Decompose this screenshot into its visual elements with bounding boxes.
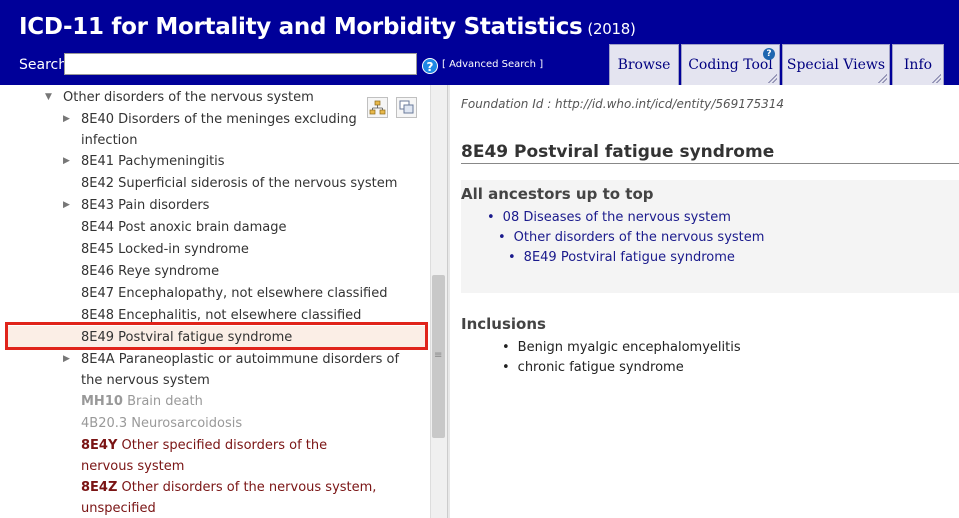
app-title: ICD-11 for Mortality and Morbidity Stati… — [19, 14, 636, 40]
tree-item-label[interactable]: 4B20.3 Neurosarcoidosis — [81, 413, 242, 434]
expand-arrow-icon[interactable]: ▶ — [63, 109, 70, 130]
tree-item-code: 8E46 — [81, 264, 115, 279]
tree-item-residual[interactable]: 8E4Y Other specified disorders of the ne… — [0, 435, 430, 477]
tree-item-text: Reye syndrome — [118, 264, 220, 279]
tree-item-code: 8E44 — [81, 220, 115, 235]
tree-item-text: Other disorders of the nervous system, u… — [81, 480, 377, 516]
advanced-search-link[interactable]: [ Advanced Search ] — [442, 59, 543, 70]
tree-item-text: Encephalitis, not elsewhere classified — [118, 308, 362, 323]
inclusion-item: • Benign myalgic encephalomyelitis — [502, 340, 741, 355]
tree-item-code: 8E45 — [81, 242, 115, 257]
tab-browse[interactable]: Browse — [609, 44, 679, 85]
expand-arrow-icon[interactable]: ▶ — [63, 195, 70, 216]
help-icon[interactable]: ? — [422, 58, 438, 74]
search-label: Search — [19, 57, 68, 73]
tree-item-text: Other specified disorders of the nervous… — [81, 438, 328, 474]
expand-arrow-icon[interactable]: ▶ — [63, 151, 70, 172]
tree-item-text: Disorders of the meninges excluding infe… — [81, 112, 357, 148]
collapse-arrow-icon[interactable]: ▼ — [45, 87, 52, 108]
help-badge-icon[interactable]: ? — [763, 48, 775, 60]
tab-label: Special Views — [786, 57, 886, 73]
tree-item-text: Locked-in syndrome — [118, 242, 249, 257]
ancestor-link[interactable]: • 8E49 Postviral fatigue syndrome — [508, 250, 735, 265]
entity-title: 8E49 Postviral fatigue syndrome — [461, 142, 775, 162]
tree-item-code: 8E43 — [81, 198, 115, 213]
tab-label: Browse — [617, 57, 671, 73]
tree-item-code: MH10 — [81, 394, 123, 409]
inclusions-heading: Inclusions — [461, 315, 546, 333]
tree-item-label[interactable]: 8E40 Disorders of the meninges excluding… — [81, 109, 381, 151]
tree-item-code: 8E48 — [81, 308, 115, 323]
tree-item-text: Neurosarcoidosis — [131, 416, 243, 431]
tree-item-label[interactable]: 8E46 Reye syndrome — [81, 261, 219, 282]
expand-arrow-icon[interactable]: ▶ — [63, 349, 70, 370]
tree-item-label[interactable]: 8E4Y Other specified disorders of the ne… — [81, 435, 381, 477]
ancestor-link-text[interactable]: 08 Diseases of the nervous system — [503, 210, 731, 225]
tree-item-label[interactable]: 8E43 Pain disorders — [81, 195, 209, 216]
tab-special-views[interactable]: Special Views — [782, 44, 890, 85]
selection-highlight-box — [5, 322, 428, 350]
tab-info[interactable]: Info — [892, 44, 944, 85]
tree-item-text: Superficial siderosis of the nervous sys… — [118, 176, 398, 191]
bullet-icon: • — [498, 230, 506, 245]
tree-item-label[interactable]: 8E42 Superficial siderosis of the nervou… — [81, 173, 397, 194]
tree-item-label[interactable]: 8E4Z Other disorders of the nervous syst… — [81, 477, 381, 518]
inclusion-text: chronic fatigue syndrome — [517, 360, 684, 375]
tree-item-text: Post anoxic brain damage — [118, 220, 287, 235]
resize-grip-icon — [877, 73, 887, 83]
tree-item-text: Brain death — [127, 394, 203, 409]
tree-item-label[interactable]: 8E47 Encephalopathy, not elsewhere class… — [81, 283, 388, 304]
tree-item-code: 8E40 — [81, 112, 115, 127]
bullet-icon: • — [487, 210, 495, 225]
ancestor-link-text[interactable]: 8E49 Postviral fatigue syndrome — [524, 250, 735, 265]
tree-item-text: Encephalopathy, not elsewhere classified — [118, 286, 388, 301]
classification-tree: ▼ Other disorders of the nervous system … — [0, 85, 430, 518]
resize-grip-icon — [767, 73, 777, 83]
app-year: (2018) — [587, 20, 636, 38]
tab-label: Coding Tool — [688, 57, 773, 73]
tree-item-code: 8E4A — [81, 352, 115, 367]
bullet-icon: • — [502, 360, 510, 375]
tree-item[interactable]: ▶ 8E40 Disorders of the meninges excludi… — [0, 109, 430, 151]
title-divider — [461, 163, 959, 164]
tree-item-label[interactable]: 8E44 Post anoxic brain damage — [81, 217, 287, 238]
tree-item-code: 8E41 — [81, 154, 115, 169]
tree-item-text: Pain disorders — [118, 198, 210, 213]
inclusion-item: • chronic fatigue syndrome — [502, 360, 684, 375]
tree-item[interactable]: ▶ 8E4A Paraneoplastic or autoimmune diso… — [0, 349, 430, 391]
tab-coding-tool[interactable]: Coding Tool ? — [681, 44, 780, 85]
tree-item-code: 8E4Y — [81, 438, 118, 453]
tree-node-label[interactable]: Other disorders of the nervous system — [63, 87, 314, 108]
search-input[interactable] — [64, 53, 417, 75]
app-header: ICD-11 for Mortality and Morbidity Stati… — [0, 0, 959, 85]
tree-item-label[interactable]: MH10 Brain death — [81, 391, 203, 412]
tree-item-text: Pachymeningitis — [118, 154, 225, 169]
tree-item-code: 8E47 — [81, 286, 115, 301]
tab-label: Info — [903, 57, 933, 73]
entity-detail-pane: Foundation Id : http://id.who.int/icd/en… — [450, 85, 959, 518]
inclusion-text: Benign myalgic encephalomyelitis — [517, 340, 741, 355]
tree-item-label[interactable]: 8E4A Paraneoplastic or autoimmune disord… — [81, 349, 401, 391]
tree-item-residual[interactable]: 8E4Z Other disorders of the nervous syst… — [0, 477, 430, 518]
foundation-id: Foundation Id : http://id.who.int/icd/en… — [461, 97, 785, 111]
splitter-grip-icon[interactable]: ≡ — [434, 350, 442, 361]
ancestors-heading: All ancestors up to top — [461, 185, 654, 203]
resize-grip-icon — [931, 73, 941, 83]
tree-item-label[interactable]: 8E41 Pachymeningitis — [81, 151, 225, 172]
ancestor-link-text[interactable]: Other disorders of the nervous system — [514, 230, 765, 245]
app-title-text: ICD-11 for Mortality and Morbidity Stati… — [19, 14, 583, 40]
bullet-icon: • — [502, 340, 510, 355]
tree-item-label[interactable]: 8E45 Locked-in syndrome — [81, 239, 249, 260]
tree-item-text: Paraneoplastic or autoimmune disorders o… — [81, 352, 400, 388]
tree-item-code: 8E42 — [81, 176, 115, 191]
ancestor-link[interactable]: • Other disorders of the nervous system — [498, 230, 764, 245]
bullet-icon: • — [508, 250, 516, 265]
tree-item-code: 8E4Z — [81, 480, 118, 495]
tree-item-code: 4B20.3 — [81, 416, 128, 431]
ancestor-link[interactable]: • 08 Diseases of the nervous system — [487, 210, 731, 225]
